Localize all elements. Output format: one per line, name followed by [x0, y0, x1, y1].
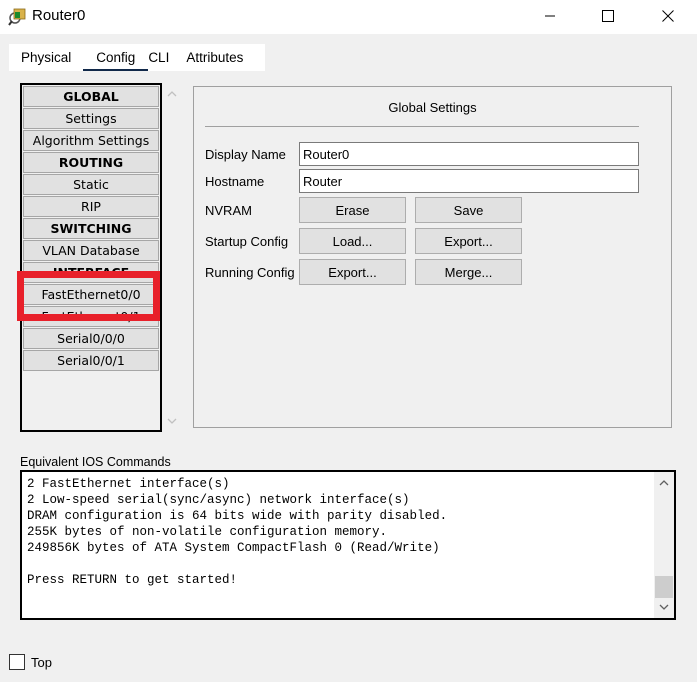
nav-item-settings[interactable]: Settings — [23, 108, 159, 129]
maximize-button[interactable] — [585, 0, 631, 32]
ios-commands-text: 2 FastEthernet interface(s) 2 Low-speed … — [27, 477, 448, 587]
ios-scroll-up[interactable] — [654, 474, 674, 492]
nav-item-serial0-0-1[interactable]: Serial0/0/1 — [23, 350, 159, 371]
nav-header-routing: ROUTING — [23, 152, 159, 173]
running-merge-button[interactable]: Merge... — [415, 259, 522, 285]
chevron-down-icon — [659, 604, 669, 610]
minimize-icon — [545, 15, 555, 17]
nav-scroll-down[interactable] — [162, 412, 182, 430]
maximize-icon — [602, 10, 614, 22]
ios-scroll-down[interactable] — [654, 598, 674, 616]
nav-item-rip[interactable]: RIP — [23, 196, 159, 217]
ios-commands-label: Equivalent IOS Commands — [20, 455, 171, 469]
display-name-input[interactable] — [299, 142, 639, 166]
running-config-label: Running Config — [205, 265, 295, 280]
nav-scrollbar[interactable] — [162, 83, 182, 432]
close-button[interactable] — [645, 0, 691, 32]
nav-item-fastethernet0-0[interactable]: FastEthernet0/0 — [23, 284, 159, 305]
hostname-input[interactable] — [299, 169, 639, 193]
tab-attributes[interactable]: Attributes — [186, 44, 243, 71]
ios-scroll-thumb[interactable] — [655, 576, 673, 598]
router-icon — [8, 8, 26, 26]
chevron-up-icon — [167, 91, 177, 97]
hostname-label: Hostname — [205, 174, 265, 189]
tab-config[interactable]: Config — [83, 44, 149, 73]
startup-config-label: Startup Config — [205, 234, 289, 249]
tab-physical[interactable]: Physical — [21, 44, 71, 71]
nvram-save-button[interactable]: Save — [415, 197, 522, 223]
global-settings-panel: Global Settings Display Name Hostname NV… — [193, 86, 672, 428]
running-export-button[interactable]: Export... — [299, 259, 406, 285]
tab-bar: Physical Config CLI Attributes — [9, 44, 243, 73]
close-icon — [662, 10, 674, 22]
nav-scroll-up[interactable] — [162, 85, 182, 103]
title-bar: Router0 — [0, 0, 697, 34]
display-name-label: Display Name — [205, 147, 286, 162]
startup-load-button[interactable]: Load... — [299, 228, 406, 254]
window-title: Router0 — [32, 7, 86, 24]
top-checkbox[interactable] — [9, 654, 25, 670]
minimize-button[interactable] — [527, 0, 573, 32]
chevron-up-icon — [659, 480, 669, 486]
chevron-down-icon — [167, 418, 177, 424]
nav-header-interface: INTERFACE — [23, 262, 159, 283]
nav-item-serial0-0-0[interactable]: Serial0/0/0 — [23, 328, 159, 349]
tab-strip-filler — [265, 44, 688, 71]
global-settings-title: Global Settings — [388, 100, 477, 115]
nav-item-fastethernet0-1[interactable]: FastEthernet0/1 — [23, 306, 159, 327]
ios-commands-output[interactable]: 2 FastEthernet interface(s) 2 Low-speed … — [20, 470, 676, 620]
title-divider — [205, 126, 639, 127]
nav-header-switching: SWITCHING — [23, 218, 159, 239]
nav-item-vlan-database[interactable]: VLAN Database — [23, 240, 159, 261]
startup-export-button[interactable]: Export... — [415, 228, 522, 254]
config-nav-list: GLOBAL Settings Algorithm Settings ROUTI… — [20, 83, 162, 432]
nvram-erase-button[interactable]: Erase — [299, 197, 406, 223]
tab-cli[interactable]: CLI — [148, 44, 169, 71]
nav-header-global: GLOBAL — [23, 86, 159, 107]
nav-item-algorithm-settings[interactable]: Algorithm Settings — [23, 130, 159, 151]
nav-item-static[interactable]: Static — [23, 174, 159, 195]
ios-scrollbar[interactable] — [654, 472, 674, 618]
nvram-label: NVRAM — [205, 203, 252, 218]
top-checkbox-label: Top — [31, 655, 52, 670]
